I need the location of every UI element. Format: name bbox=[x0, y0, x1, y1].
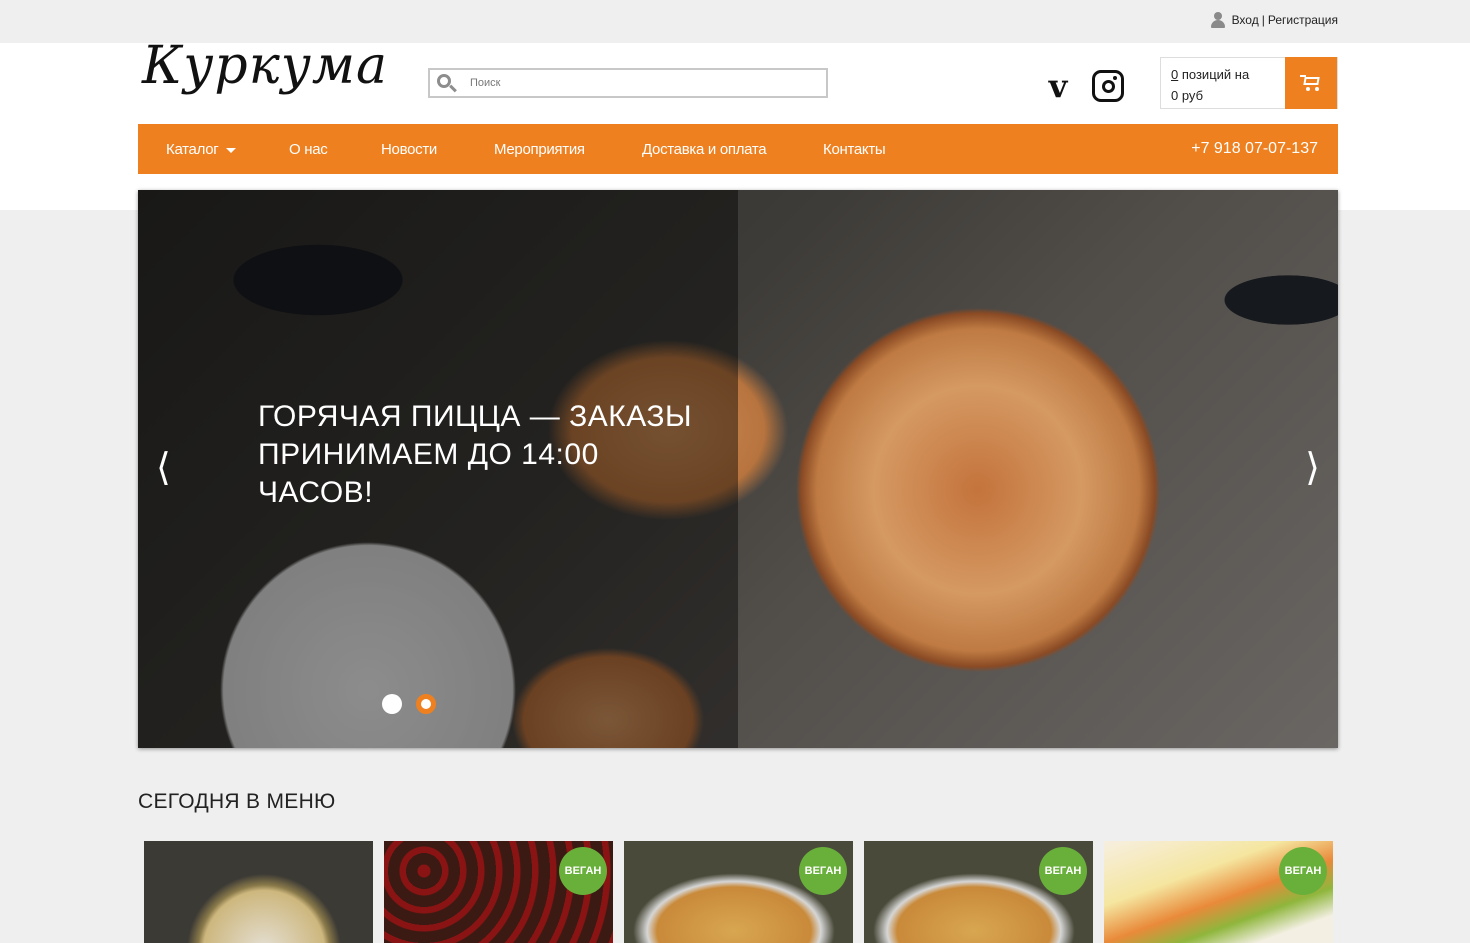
search-input[interactable] bbox=[470, 77, 810, 89]
cart-button[interactable] bbox=[1285, 57, 1337, 109]
nav-item-contacts[interactable]: Контакты bbox=[823, 141, 886, 158]
slide-title-line2: ПРИНИМАЕМ ДО 14:00 ЧАСОВ! bbox=[258, 438, 599, 509]
login-link[interactable]: Вход bbox=[1232, 13, 1259, 27]
phone-link[interactable]: +7 918 07-07-137 bbox=[1191, 140, 1318, 158]
slider-dot-1[interactable] bbox=[382, 694, 402, 714]
caret-down-icon bbox=[226, 147, 237, 153]
nav-item-news[interactable]: Новости bbox=[381, 141, 437, 158]
nav-catalog-label: Каталог bbox=[166, 141, 219, 158]
user-icon bbox=[1210, 12, 1225, 28]
menu-card[interactable]: ВЕГАН bbox=[384, 841, 613, 943]
slider-dot-2[interactable] bbox=[416, 694, 436, 714]
nav-item-about[interactable]: О нас bbox=[289, 141, 328, 158]
nav-item-events[interactable]: Мероприятия bbox=[494, 141, 585, 158]
cart-line1: позиций на bbox=[1178, 67, 1250, 82]
prev-slide-arrow-icon[interactable]: ⟨ bbox=[156, 448, 171, 486]
vegan-badge: ВЕГАН bbox=[1039, 847, 1087, 895]
slide-title: ГОРЯЧАЯ ПИЦЦА — ЗАКАЗЫ ПРИНИМАЕМ ДО 14:0… bbox=[258, 398, 718, 512]
site-logo[interactable]: Куркума bbox=[142, 40, 388, 92]
instagram-icon[interactable] bbox=[1092, 70, 1124, 102]
next-slide-arrow-icon[interactable]: ⟩ bbox=[1305, 448, 1320, 486]
vegan-badge: ВЕГАН bbox=[799, 847, 847, 895]
cart-widget[interactable]: 0 позиций на 0 руб bbox=[1160, 57, 1338, 109]
vegan-badge: ВЕГАН bbox=[1279, 847, 1327, 895]
search-box bbox=[428, 68, 828, 98]
cart-icon bbox=[1300, 74, 1322, 92]
register-link[interactable]: Регистрация bbox=[1268, 13, 1338, 27]
menu-card[interactable]: ВЕГАН bbox=[624, 841, 853, 943]
slide-title-line1: ГОРЯЧАЯ ПИЦЦА — ЗАКАЗЫ bbox=[258, 400, 693, 433]
user-links: Вход | Регистрация bbox=[1210, 12, 1338, 28]
main-nav: Каталог О нас Новости Мероприятия Достав… bbox=[138, 124, 1338, 174]
search-icon[interactable] bbox=[434, 70, 464, 96]
hero-slider: ГОРЯЧАЯ ПИЦЦА — ЗАКАЗЫ ПРИНИМАЕМ ДО 14:0… bbox=[138, 190, 1338, 748]
nav-item-catalog[interactable]: Каталог bbox=[166, 141, 237, 158]
links-separator: | bbox=[1261, 13, 1265, 27]
slider-dots bbox=[382, 694, 436, 714]
menu-card[interactable] bbox=[144, 841, 373, 943]
menu-card[interactable]: ВЕГАН bbox=[864, 841, 1093, 943]
menu-card[interactable]: ВЕГАН bbox=[1104, 841, 1333, 943]
menu-section-title: СЕГОДНЯ В МЕНЮ bbox=[138, 790, 336, 813]
menu-cards: ВЕГАН ВЕГАН ВЕГАН ВЕГАН bbox=[144, 841, 1333, 943]
vimeo-icon[interactable]: v bbox=[1040, 70, 1076, 102]
vegan-badge: ВЕГАН bbox=[559, 847, 607, 895]
cart-total: 0 руб bbox=[1171, 88, 1204, 103]
cart-summary: 0 позиций на 0 руб bbox=[1161, 58, 1285, 108]
nav-item-delivery[interactable]: Доставка и оплата bbox=[642, 141, 767, 158]
